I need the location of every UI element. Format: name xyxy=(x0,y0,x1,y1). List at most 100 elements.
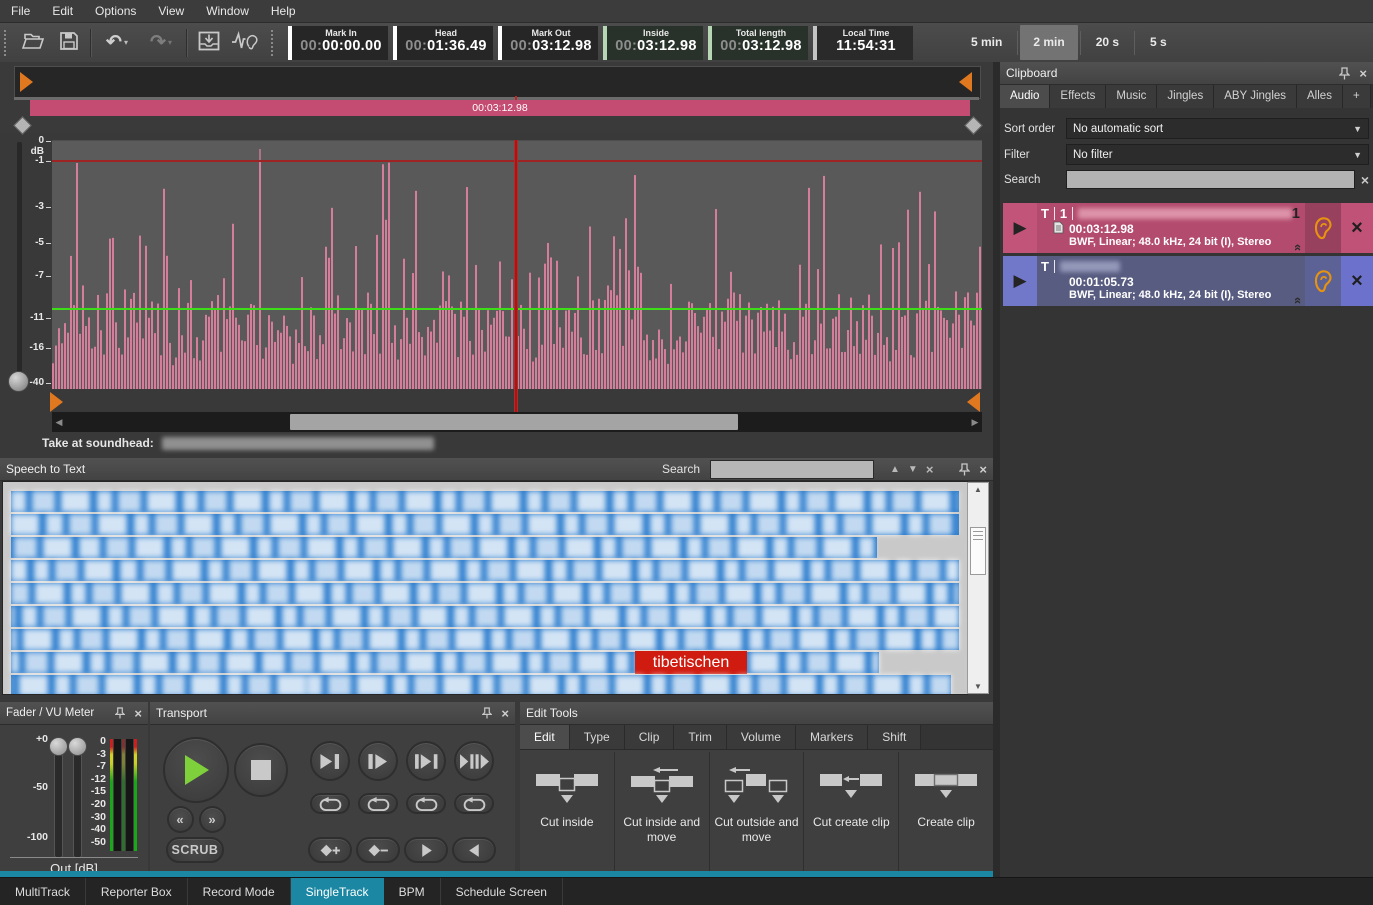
workspace-tab-schedule-screen[interactable]: Schedule Screen xyxy=(441,878,563,905)
undo-button[interactable]: ↶▾ xyxy=(95,28,139,58)
left-diamond-handle-icon[interactable] xyxy=(13,116,31,134)
edit-tools-tab-trim[interactable]: Trim xyxy=(674,725,727,749)
edit-tools-tab-shift[interactable]: Shift xyxy=(868,725,921,749)
scrollbar-thumb[interactable] xyxy=(290,414,738,430)
pin-icon[interactable] xyxy=(1339,67,1350,80)
clipboard-tab-aby-jingles[interactable]: ABY Jingles xyxy=(1214,85,1297,108)
edit-tools-tab-volume[interactable]: Volume xyxy=(727,725,796,749)
create-clip-button[interactable]: Create clip xyxy=(898,752,993,872)
sort-order-dropdown[interactable]: No automatic sort ▼ xyxy=(1066,118,1369,139)
play-around-cursor-button[interactable] xyxy=(454,741,494,781)
close-icon[interactable]: × xyxy=(134,707,142,720)
loop-to-markout-button[interactable] xyxy=(310,793,350,814)
stt-search-input[interactable] xyxy=(710,460,874,479)
menu-view[interactable]: View xyxy=(147,0,195,22)
search-prev-icon[interactable]: ▲ xyxy=(890,464,900,475)
time-display-mark-out[interactable]: Mark Out00:03:12.98 xyxy=(498,26,598,60)
menu-options[interactable]: Options xyxy=(84,0,147,22)
mark-in-lower-marker-icon[interactable] xyxy=(50,392,63,412)
zoom-preset-20s[interactable]: 20 s xyxy=(1083,25,1132,60)
prelisten-ear-button[interactable] xyxy=(1305,256,1341,306)
zoom-preset-2min[interactable]: 2 min xyxy=(1020,25,1077,60)
panel-splitter[interactable] xyxy=(993,62,1000,877)
search-clear-icon[interactable]: × xyxy=(1361,172,1369,188)
item-body[interactable]: T00:01:05.73BWF, Linear; 48.0 kHz, 24 bi… xyxy=(1037,256,1305,306)
clipboard-tab-music[interactable]: Music xyxy=(1106,85,1157,108)
menu-window[interactable]: Window xyxy=(195,0,260,22)
fader-left-knob[interactable] xyxy=(49,737,68,756)
save-button[interactable] xyxy=(51,28,87,58)
play-button[interactable] xyxy=(163,737,229,803)
workspace-tab-multitrack[interactable]: MultiTrack xyxy=(0,878,86,905)
overview-track[interactable] xyxy=(14,66,981,99)
play-inside-button[interactable] xyxy=(406,741,446,781)
time-display-local-time[interactable]: Local Time11:54:31 xyxy=(813,26,913,60)
time-display-head[interactable]: Head00:01:36.49 xyxy=(393,26,493,60)
search-next-icon[interactable]: ▼ xyxy=(908,464,918,475)
menu-help[interactable]: Help xyxy=(260,0,307,22)
play-from-markin-button[interactable] xyxy=(358,741,398,781)
loop-around-cursor-button[interactable] xyxy=(454,793,494,814)
clipboard-tab-alles[interactable]: Alles xyxy=(1297,85,1343,108)
previous-take-button[interactable]: « xyxy=(167,806,194,833)
time-display-mark-in[interactable]: Mark In00:00:00.00 xyxy=(288,26,388,60)
play-button[interactable]: ▶ xyxy=(1003,203,1037,253)
workspace-tab-reporter-box[interactable]: Reporter Box xyxy=(86,878,188,905)
right-diamond-handle-icon[interactable] xyxy=(964,116,982,134)
pin-icon[interactable] xyxy=(482,707,492,719)
collapse-chevron-icon[interactable]: « xyxy=(1291,244,1305,251)
clipboard-tab-jingles[interactable]: Jingles xyxy=(1157,85,1214,108)
clipboard-search-input[interactable] xyxy=(1066,170,1355,189)
play-to-markout-button[interactable] xyxy=(310,741,350,781)
close-icon[interactable]: × xyxy=(501,707,509,720)
prelisten-ear-button[interactable] xyxy=(1305,203,1341,253)
time-display-inside[interactable]: Inside00:03:12.98 xyxy=(603,26,703,60)
open-button[interactable] xyxy=(15,28,51,58)
workspace-tab-singletrack[interactable]: SingleTrack xyxy=(291,878,384,905)
close-icon[interactable]: × xyxy=(979,463,987,476)
close-icon[interactable]: × xyxy=(1359,67,1367,80)
scroll-down-icon[interactable]: ▼ xyxy=(968,682,988,691)
transcript-text-area[interactable]: tibetischen xyxy=(2,481,968,695)
add-marker-button[interactable] xyxy=(308,837,352,863)
remove-item-button[interactable]: × xyxy=(1341,203,1373,253)
import-take-button[interactable] xyxy=(191,28,227,58)
cut-inside-button[interactable]: Cut inside xyxy=(520,752,614,872)
pin-icon[interactable] xyxy=(115,707,125,719)
edit-tools-tab-type[interactable]: Type xyxy=(570,725,625,749)
workspace-tab-record-mode[interactable]: Record Mode xyxy=(188,878,291,905)
workspace-tab-bpm[interactable]: BPM xyxy=(384,878,441,905)
stop-button[interactable] xyxy=(234,743,288,797)
playhead-cursor[interactable] xyxy=(514,140,518,412)
time-display-total-length[interactable]: Total length00:03:12.98 xyxy=(708,26,808,60)
scroll-up-icon[interactable]: ▲ xyxy=(968,485,988,494)
remove-item-button[interactable]: × xyxy=(1341,256,1373,306)
clipboard-tab-audio[interactable]: Audio xyxy=(1000,85,1050,108)
toolbar-grip[interactable] xyxy=(271,30,278,56)
step-forward-button[interactable] xyxy=(404,837,448,863)
highlighted-search-word[interactable]: tibetischen xyxy=(635,651,747,674)
scrub-button[interactable]: SCRUB xyxy=(166,837,224,863)
loop-inside-button[interactable] xyxy=(406,793,446,814)
fader-left-track[interactable] xyxy=(54,746,63,858)
collapse-chevron-icon[interactable]: « xyxy=(1291,297,1305,304)
clipboard-item-1[interactable]: ▶T1100:03:12.98BWF, Linear; 48.0 kHz, 24… xyxy=(1003,203,1373,253)
loop-from-markin-button[interactable] xyxy=(358,793,398,814)
clipboard-tab-effects[interactable]: Effects xyxy=(1050,85,1106,108)
edit-tools-tab-markers[interactable]: Markers xyxy=(796,725,868,749)
mark-in-marker-icon[interactable] xyxy=(20,72,33,92)
zoom-preset-5min[interactable]: 5 min xyxy=(958,25,1015,60)
step-back-button[interactable] xyxy=(452,837,496,863)
mark-out-marker-icon[interactable] xyxy=(959,72,972,92)
filter-dropdown[interactable]: No filter ▼ xyxy=(1066,144,1369,165)
mark-out-lower-marker-icon[interactable] xyxy=(967,392,980,412)
next-take-button[interactable]: » xyxy=(199,806,226,833)
redo-button[interactable]: ↷▾ xyxy=(139,28,183,58)
prelisten-button[interactable] xyxy=(227,28,263,58)
scroll-right-icon[interactable]: ▶ xyxy=(968,417,982,428)
cut-outside-move-button[interactable]: Cut outside and move xyxy=(709,752,804,872)
edit-tools-tab-clip[interactable]: Clip xyxy=(625,725,675,749)
menu-file[interactable]: File xyxy=(0,0,41,22)
cut-inside-move-button[interactable]: Cut inside and move xyxy=(614,752,709,872)
play-button[interactable]: ▶ xyxy=(1003,256,1037,306)
